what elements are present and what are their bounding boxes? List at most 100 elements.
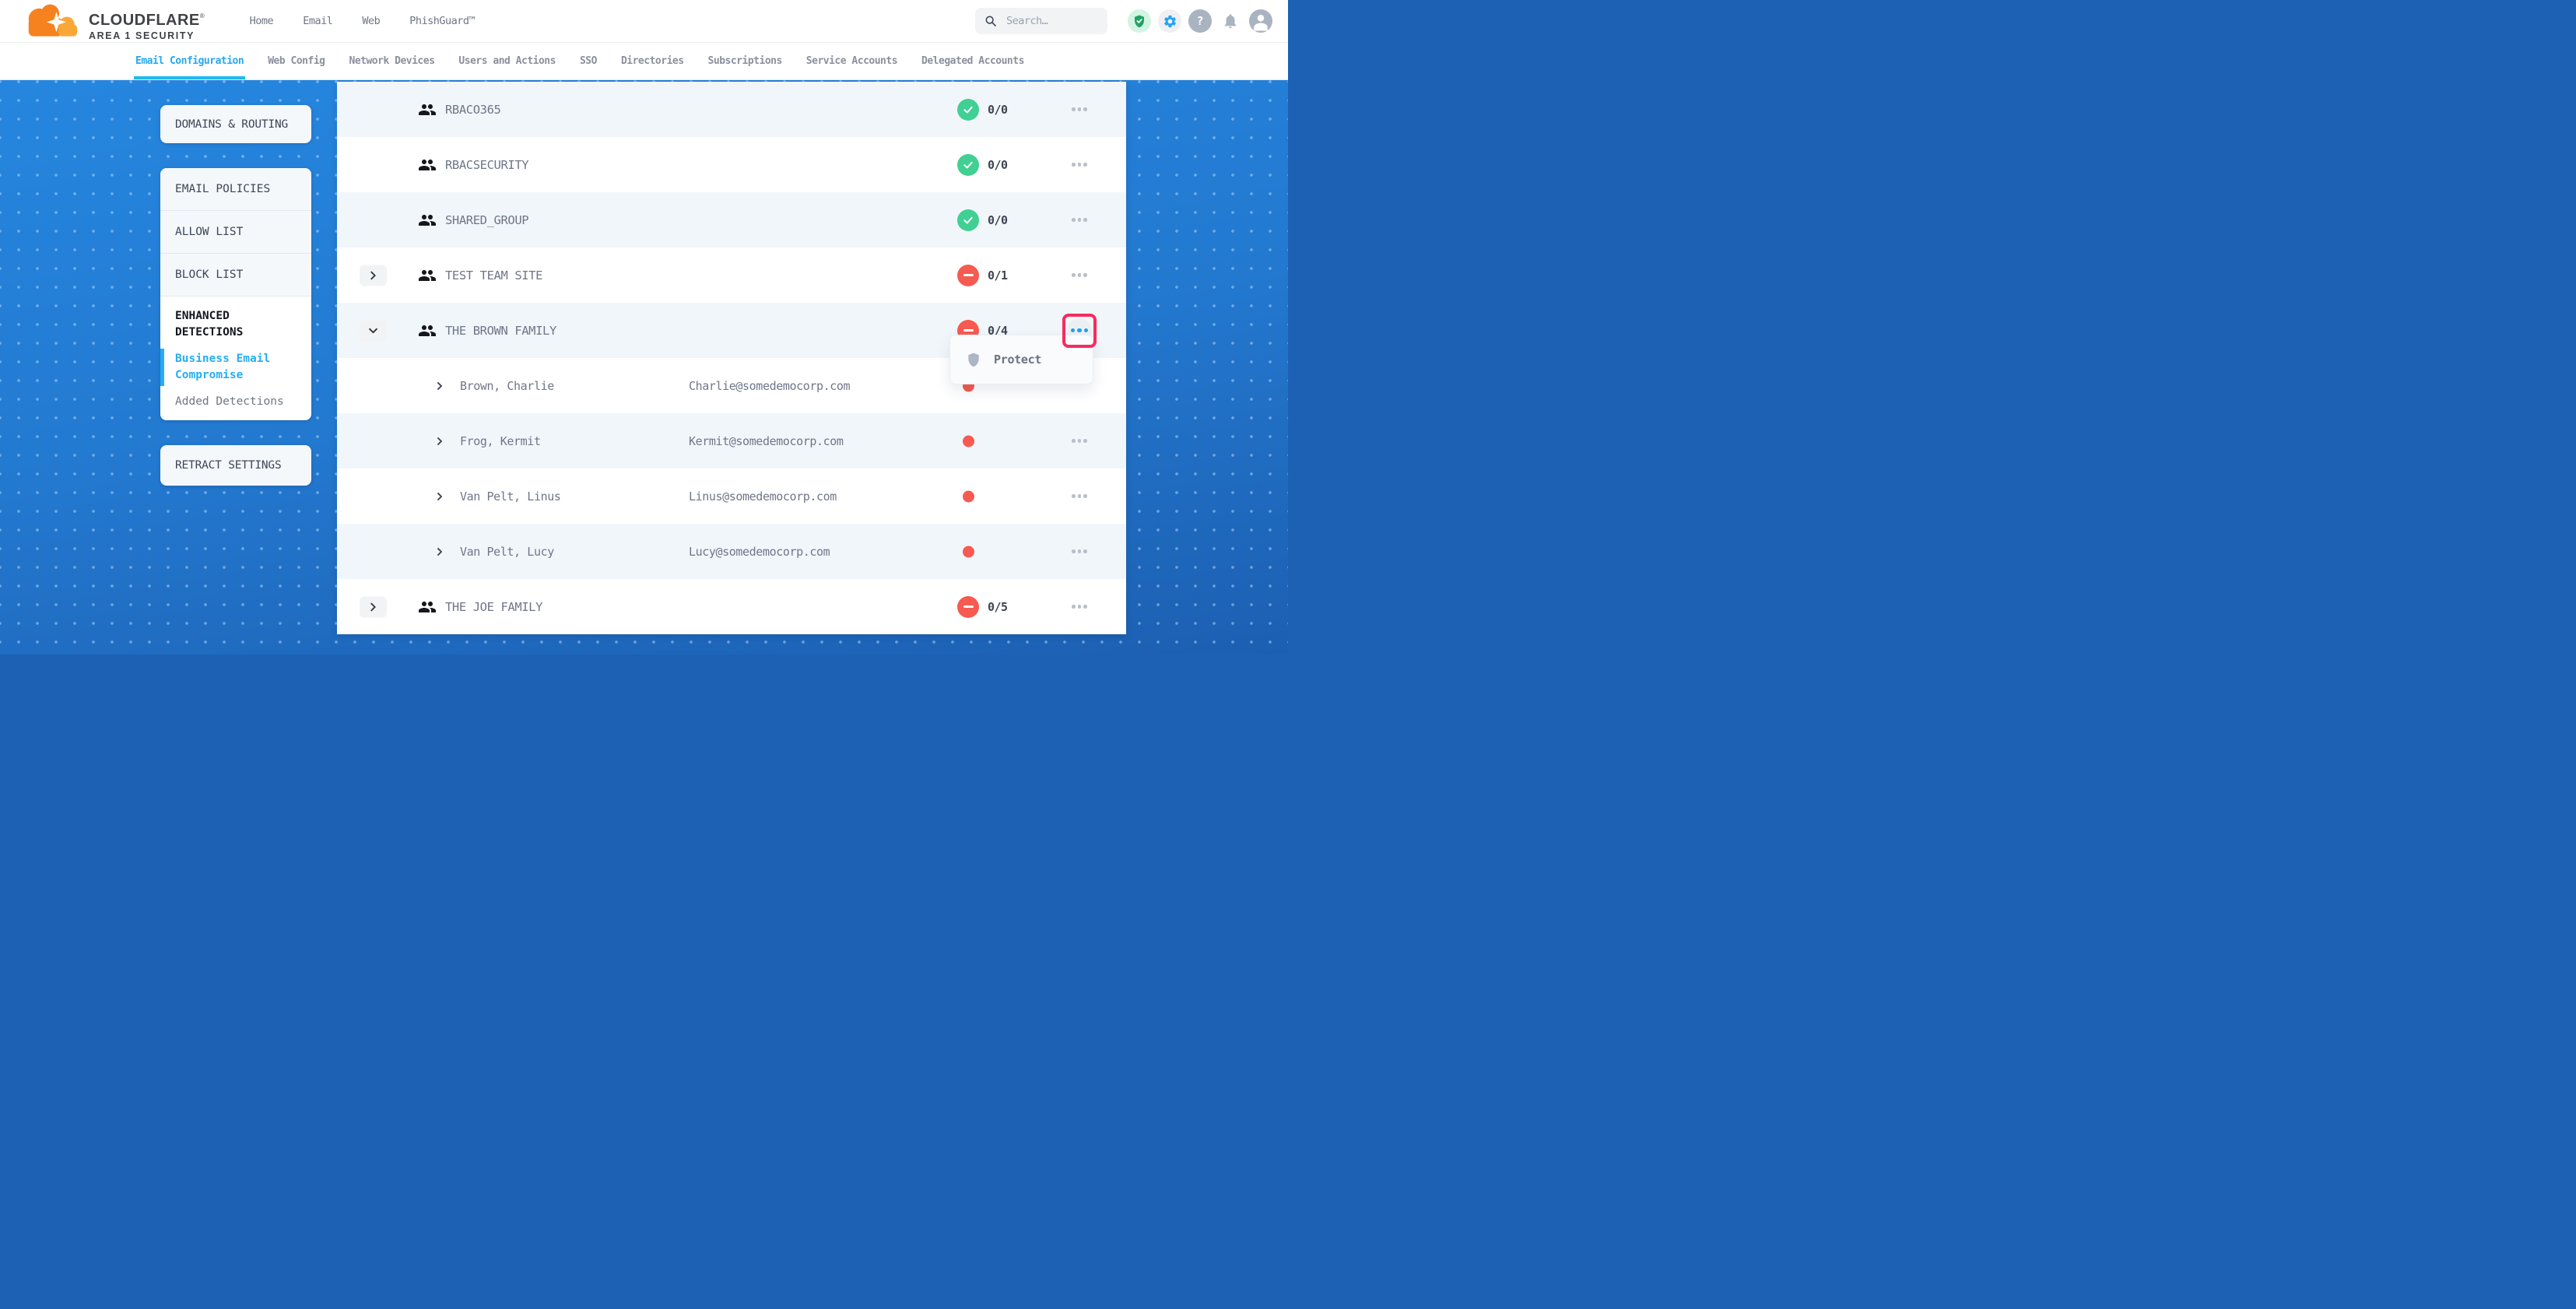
group-name: RBACO365 [445,103,500,117]
tab-label: Service Accounts [806,55,897,67]
tab-label: Email Configuration [135,55,244,67]
header-nav-link[interactable]: PhishGuard™ [409,15,475,27]
group-name: RBACSECURITY [445,158,528,172]
tab[interactable]: Subscriptions [708,43,782,79]
logo-text: CLOUDFLARE ® AREA 1 SECURITY [89,12,205,41]
tab[interactable]: Service Accounts [806,43,897,79]
tab[interactable]: Web Config [268,43,325,79]
group-row: SHARED_GROUP 0/0 [337,192,1126,247]
row-menu-button[interactable] [1067,97,1092,122]
member-name: Van Pelt, Linus [460,490,560,504]
group-row: TEST TEAM SITE 0/1 [337,247,1126,303]
tab[interactable]: Delegated Accounts [921,43,1024,79]
protection-count: 0/0 [988,158,1008,172]
group-people-icon [418,598,437,616]
tab-label: Web Config [268,55,325,67]
tab-label: Directories [621,55,684,67]
cloudflare-logo[interactable]: CLOUDFLARE ® AREA 1 SECURITY [23,2,205,40]
status-icon [957,154,979,176]
group-name: THE BROWN FAMILY [445,324,556,338]
group-people-icon [418,100,437,119]
row-menu-button[interactable] [1067,595,1092,619]
search-input[interactable] [1005,14,1093,28]
member-chevron-icon[interactable] [436,437,444,445]
brand-subtitle: AREA 1 SECURITY [89,31,205,41]
enhanced-detections-title: ENHANCED DETECTIONS [175,308,268,341]
settings-gear-icon[interactable] [1158,9,1181,33]
sidebar-label: DOMAINS & ROUTING [175,118,288,131]
member-chevron-icon[interactable] [436,548,444,556]
row-menu-button[interactable] [1067,539,1092,564]
minus-icon [963,274,974,277]
member-row: Van Pelt, Linus Linus@somedemocorp.com [337,469,1126,524]
sidebar-policy-item[interactable]: ALLOW LIST [160,211,311,254]
expand-toggle-button[interactable] [360,596,387,617]
status-icon [957,209,979,231]
app-root: CLOUDFLARE ® AREA 1 SECURITY Home Email We… [0,0,1288,654]
sidebar-label: RETRACT SETTINGS [175,459,281,472]
brand-trademark: ® [200,13,205,19]
config-tabs: Email Configuration Web Config Network Dev… [0,43,1288,80]
tab[interactable]: Network Devices [349,43,435,79]
header-right-controls: ? [975,8,1288,34]
row-menu-button[interactable] [1067,153,1092,177]
menu-item-protect[interactable]: Protect [994,353,1041,367]
member-email: Charlie@somedemocorp.com [689,379,850,393]
sidebar-item-retract-settings[interactable]: RETRACT SETTINGS [160,445,311,486]
protection-count: 0/5 [988,600,1008,614]
row-menu-button[interactable] [1067,208,1092,233]
sidebar-policy-item[interactable]: BLOCK LIST [160,254,311,297]
account-icon[interactable] [1249,9,1272,33]
row-menu-button[interactable] [1067,263,1092,288]
header-icon-row: ? [1128,9,1272,33]
status-icon [957,99,979,121]
sidebar-policies-card: EMAIL POLICIESALLOW LISTBLOCK LIST ENHAN… [160,168,311,420]
sidebar-item-domains-routing[interactable]: DOMAINS & ROUTING [160,105,311,143]
sidebar-enhanced-item[interactable]: Business Email Compromise [175,351,297,384]
member-chevron-icon[interactable] [436,493,444,500]
row-context-menu: Protect [949,335,1093,384]
notifications-bell-icon[interactable] [1219,9,1242,33]
member-email: Lucy@somedemocorp.com [689,545,830,559]
group-row: RBACSECURITY 0/0 [337,137,1126,192]
tab[interactable]: Directories [621,43,684,79]
group-row: THE JOE FAMILY 0/5 [337,579,1126,634]
alert-dot [963,546,974,557]
sidebar-section-enhanced-detections[interactable]: ENHANCED DETECTIONS Business Email Compr… [160,297,311,420]
tab[interactable]: SSO [580,43,597,79]
alert-dot [963,435,974,447]
top-header: CLOUDFLARE ® AREA 1 SECURITY Home Email We… [0,0,1288,43]
tab-label: Delegated Accounts [921,55,1024,67]
alert-dot [963,490,974,502]
protection-count: 0/1 [988,268,1008,283]
member-chevron-icon[interactable] [436,382,444,390]
group-people-icon [418,266,437,285]
group-people-icon [418,211,437,230]
minus-icon [963,329,974,332]
sidebar-enhanced-item[interactable]: Added Detections [175,394,297,410]
brand-name: CLOUDFLARE [89,12,200,28]
row-menu-button[interactable] [1067,429,1092,454]
expand-toggle-button[interactable] [360,265,387,286]
policy-list: EMAIL POLICIESALLOW LISTBLOCK LIST [160,168,311,297]
tab-label: Users and Actions [458,55,556,67]
member-name: Van Pelt, Lucy [460,545,554,559]
header-nav-link[interactable]: Web [362,15,380,27]
tab-label: Network Devices [349,55,435,67]
tab[interactable]: Users and Actions [458,43,556,79]
header-nav-link[interactable]: Email [303,15,332,27]
header-nav-link[interactable]: Home [250,15,274,27]
status-icon [957,265,979,286]
tab[interactable]: Email Configuration [135,43,244,79]
help-icon[interactable]: ? [1188,9,1212,33]
row-menu-button[interactable] [1067,484,1092,509]
expand-toggle-button[interactable] [360,320,387,341]
header-nav: Home Email Web PhishGuard™ [250,15,475,27]
search-box[interactable] [975,8,1107,34]
shield-icon [966,351,981,368]
tab-label: Subscriptions [708,55,782,67]
sidebar-policy-item[interactable]: EMAIL POLICIES [160,168,311,211]
group-people-icon [418,321,437,340]
shield-check-icon[interactable] [1128,9,1151,33]
status-icon [957,596,979,618]
